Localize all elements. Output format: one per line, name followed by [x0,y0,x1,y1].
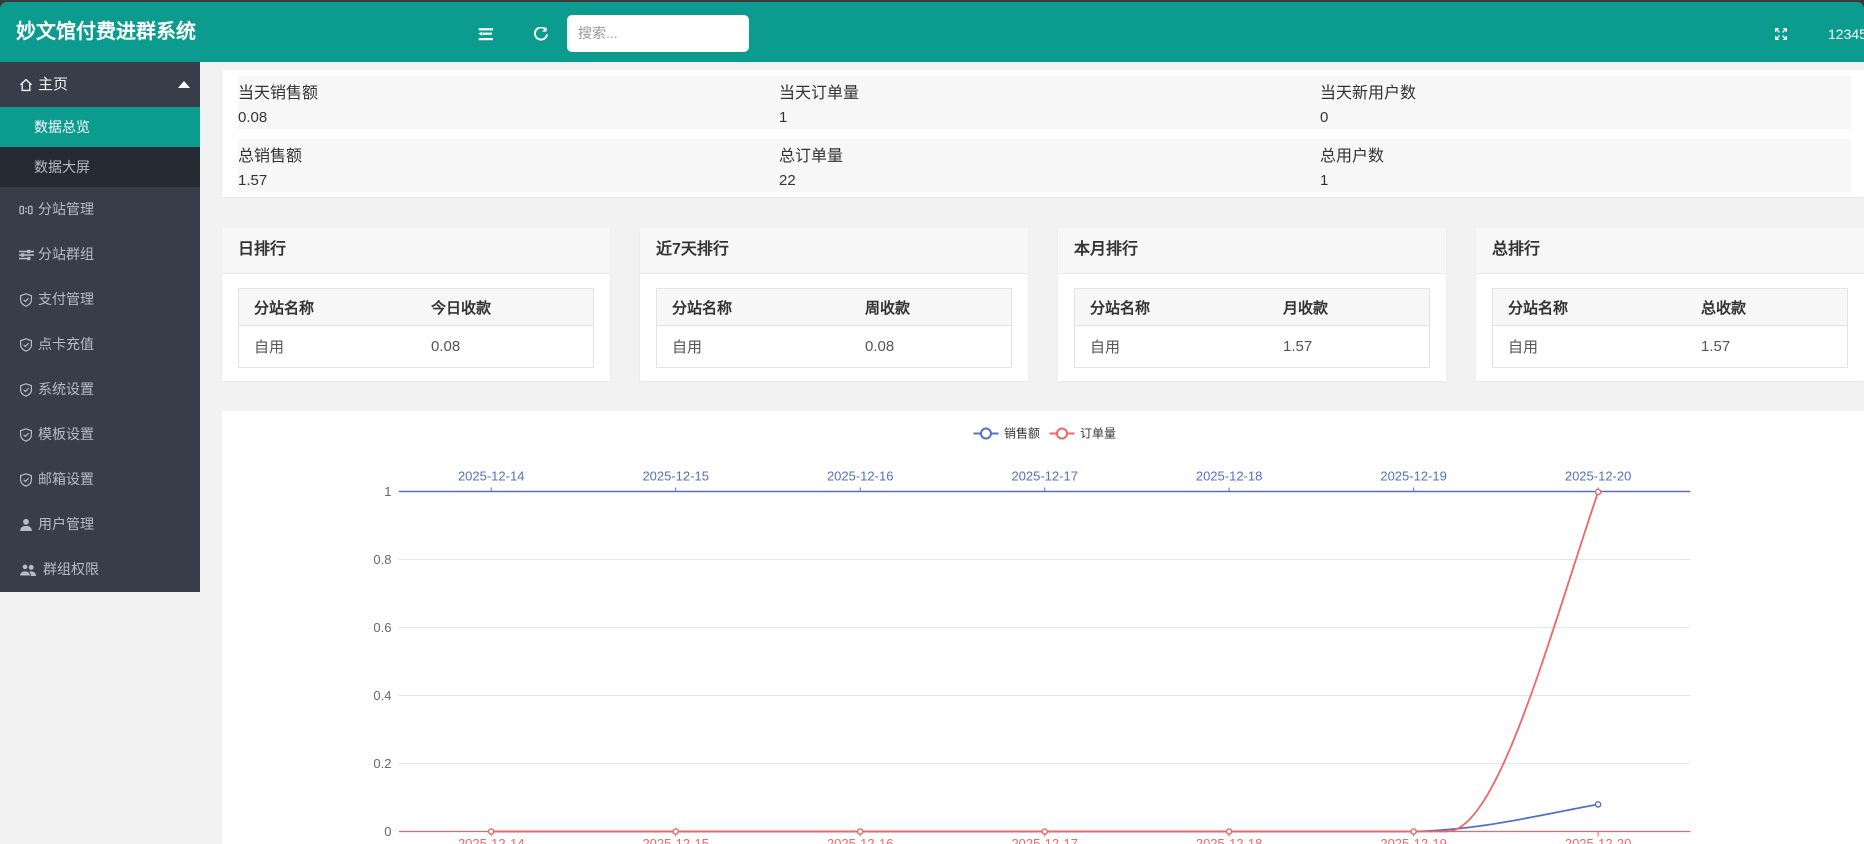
svg-text:2025-12-16: 2025-12-16 [827,836,894,844]
svg-text:2025-12-18: 2025-12-18 [1196,836,1263,844]
svg-text:2025-12-16: 2025-12-16 [827,468,894,483]
svg-text:0.4: 0.4 [373,688,391,703]
svg-text:1: 1 [384,484,391,499]
svg-text:0: 0 [384,824,391,839]
svg-text:2025-12-14: 2025-12-14 [458,468,525,483]
svg-text:0.2: 0.2 [373,756,391,771]
svg-text:0.8: 0.8 [373,552,391,567]
svg-text:2025-12-15: 2025-12-15 [642,468,709,483]
svg-text:2025-12-20: 2025-12-20 [1565,836,1632,844]
svg-text:2025-12-19: 2025-12-19 [1380,836,1447,844]
svg-text:2025-12-19: 2025-12-19 [1380,468,1447,483]
svg-text:2025-12-20: 2025-12-20 [1565,468,1632,483]
svg-text:订单量: 订单量 [1080,427,1116,441]
svg-text:销售额: 销售额 [1004,426,1040,441]
svg-text:2025-12-17: 2025-12-17 [1011,468,1077,483]
svg-text:2025-12-14: 2025-12-14 [458,836,525,844]
svg-text:2025-12-15: 2025-12-15 [642,836,709,844]
svg-text:2025-12-17: 2025-12-17 [1011,836,1077,844]
svg-text:2025-12-18: 2025-12-18 [1196,468,1263,483]
svg-text:0.6: 0.6 [373,620,391,635]
